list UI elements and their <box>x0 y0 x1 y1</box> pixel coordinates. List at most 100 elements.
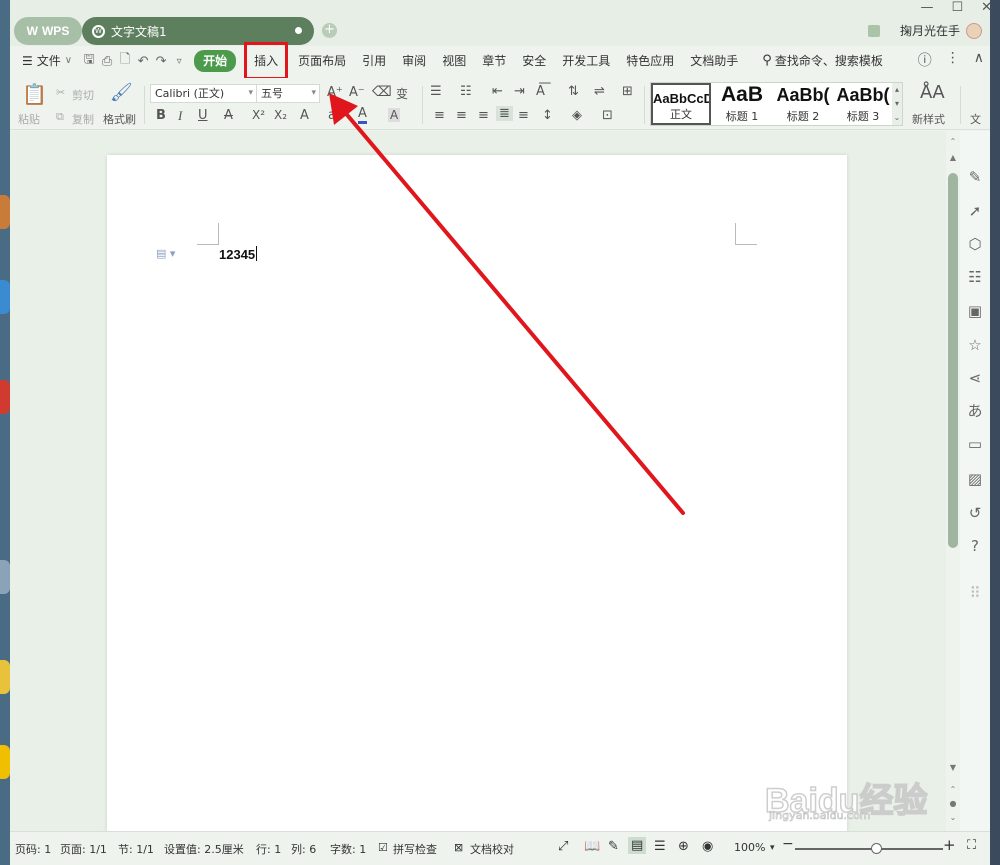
zoom-in-icon[interactable]: + <box>943 836 956 854</box>
underline-icon[interactable]: U <box>198 108 208 123</box>
document-body-text[interactable]: 12345 <box>219 246 258 262</box>
save-icon[interactable]: 🖫 <box>80 50 98 72</box>
paste-button[interactable]: 粘贴 <box>18 111 40 127</box>
paragraph-shading-icon[interactable]: ◈ <box>572 108 582 123</box>
justify-icon[interactable]: ≣ <box>496 106 513 121</box>
minimize-button[interactable]: — <box>920 0 933 15</box>
proofread-button[interactable]: 文档校对 <box>470 841 514 857</box>
decrease-indent-icon[interactable]: ⇤ <box>492 84 503 99</box>
align-right-icon[interactable]: ≡ <box>478 108 489 123</box>
tab-page-layout[interactable]: 页面布局 <box>290 50 354 72</box>
grow-font-icon[interactable]: A⁺ <box>327 85 343 100</box>
sort-icon[interactable]: ⇅ <box>568 84 579 99</box>
file-menu[interactable]: ☰ 文件 ∨ <box>10 50 80 72</box>
status-section[interactable]: 节: 1/1 <box>118 841 154 857</box>
style-heading-2[interactable]: AaBb( 标题 2 <box>773 83 833 125</box>
share-icon[interactable]: ⋖ <box>965 368 985 388</box>
maximize-button[interactable]: ☐ <box>951 0 963 15</box>
tab-insert[interactable]: 插入 <box>244 42 289 80</box>
archive-icon[interactable]: ▭ <box>965 434 985 454</box>
document-page[interactable]: ▤ ▾ 12345 <box>107 155 847 835</box>
help-icon[interactable]: ⓘ <box>918 50 932 70</box>
style-heading-3[interactable]: AaBb( 标题 3 <box>834 83 892 125</box>
prev-page-icon[interactable]: ⌃ <box>946 785 960 794</box>
status-row[interactable]: 行: 1 <box>256 841 281 857</box>
tab-references[interactable]: 引用 <box>354 50 394 72</box>
highlight-icon[interactable]: ab <box>328 108 344 123</box>
text-tools-button[interactable]: 文 <box>970 111 981 127</box>
fit-page-icon[interactable]: ⛶ <box>967 838 976 853</box>
italic-icon[interactable]: I <box>178 108 182 124</box>
collapse-ribbon-icon[interactable]: ∧ <box>974 50 984 70</box>
scroll-up-arrow-icon[interactable]: ▲ <box>946 153 960 162</box>
zoom-level[interactable]: 100% <box>734 841 765 854</box>
more-icon[interactable]: ⋮ <box>946 50 960 70</box>
numbered-list-icon[interactable]: ☷ <box>460 84 472 99</box>
distribute-icon[interactable]: ≡ <box>518 108 529 123</box>
scroll-up-icon[interactable]: ⌃ <box>946 137 960 146</box>
status-pages[interactable]: 页面: 1/1 <box>60 841 107 857</box>
style-normal[interactable]: AaBbCcDd 正文 <box>651 83 711 125</box>
outline-view-icon[interactable]: ☰ <box>654 839 666 854</box>
new-style-button[interactable]: 新样式 <box>912 111 945 127</box>
copy-button[interactable]: 复制 <box>72 111 94 127</box>
next-page-icon[interactable]: ⌄ <box>946 813 960 822</box>
font-name-select[interactable]: Calibri (正文) ▾ <box>150 84 257 103</box>
status-words[interactable]: 字数: 1 <box>330 841 366 857</box>
history-icon[interactable]: ↺ <box>965 503 985 523</box>
help-circle-icon[interactable]: ? <box>965 536 985 556</box>
scrollbar-thumb[interactable] <box>948 173 958 548</box>
table-border-icon[interactable]: ⊞ <box>622 84 633 99</box>
zoom-slider-thumb[interactable] <box>871 843 883 854</box>
document-tab[interactable]: W 文字文稿1 <box>82 17 314 45</box>
zoom-slider[interactable] <box>795 843 943 854</box>
font-color-icon[interactable]: A <box>358 106 367 124</box>
page-view-icon[interactable]: ▤ <box>628 837 647 854</box>
cut-button[interactable]: 剪切 <box>72 87 94 103</box>
show-marks-icon[interactable]: ⇌ <box>594 84 605 99</box>
avatar[interactable] <box>966 22 982 39</box>
properties-sliders-icon[interactable]: ☷ <box>965 267 985 287</box>
tab-doc-assistant[interactable]: 文档助手 <box>682 50 746 72</box>
spellcheck-button[interactable]: 拼写检查 <box>393 841 437 857</box>
tab-view[interactable]: 视图 <box>434 50 474 72</box>
star-icon[interactable]: ☆ <box>965 335 985 355</box>
status-setting[interactable]: 设置值: 2.5厘米 <box>164 841 244 857</box>
line-spacing-icon[interactable]: ↕ <box>542 108 553 123</box>
status-col[interactable]: 列: 6 <box>291 841 316 857</box>
char-shading-icon[interactable]: A <box>388 108 401 122</box>
font-size-select[interactable]: 五号 ▾ <box>256 84 320 103</box>
write-mode-icon[interactable]: ✎ <box>608 839 619 854</box>
fullscreen-icon[interactable]: ⤢ <box>558 839 568 854</box>
tab-security[interactable]: 安全 <box>514 50 554 72</box>
apps-grid-icon[interactable]: ⠿ <box>965 583 985 603</box>
tab-start[interactable]: 开始 <box>194 50 237 72</box>
vertical-scrollbar[interactable]: ⌃ ▲ ▼ ⌃ ● ⌄ <box>946 131 960 831</box>
image-library-icon[interactable]: ▣ <box>965 301 985 321</box>
subscript-icon[interactable]: X₂ <box>274 108 287 122</box>
picture-icon[interactable]: ▨ <box>965 469 985 489</box>
pen-icon[interactable]: ✎ <box>965 167 985 187</box>
tab-features[interactable]: 特色应用 <box>618 50 682 72</box>
style-heading-1[interactable]: AaB 标题 1 <box>712 83 772 125</box>
bullet-list-icon[interactable]: ☰ <box>430 84 442 99</box>
align-center-icon[interactable]: ≡ <box>456 108 467 123</box>
translate-icon[interactable]: あ <box>965 401 985 421</box>
increase-indent-icon[interactable]: ⇥ <box>514 84 525 99</box>
user-name[interactable]: 掬月光在手 <box>900 22 960 39</box>
tab-review[interactable]: 审阅 <box>394 50 434 72</box>
shapes-icon[interactable]: ⬡ <box>965 234 985 254</box>
strikethrough-icon[interactable]: A <box>224 108 233 123</box>
redo-icon[interactable]: ↷ <box>152 54 170 69</box>
chevron-down-icon[interactable]: ▾ <box>770 843 775 853</box>
superscript-icon[interactable]: X² <box>252 108 265 122</box>
text-direction-icon[interactable]: A͞ <box>536 84 545 99</box>
eye-protection-icon[interactable]: ◉ <box>702 839 713 854</box>
print-preview-icon[interactable]: 🗋 <box>116 50 134 72</box>
status-page[interactable]: 页码: 1 <box>15 841 51 857</box>
web-view-icon[interactable]: ⊕ <box>678 839 689 854</box>
read-mode-icon[interactable]: 📖 <box>584 839 600 854</box>
wps-home-tab[interactable]: W WPS <box>14 17 82 45</box>
customize-toolbar-icon[interactable]: ▿ <box>170 56 188 67</box>
print-icon[interactable]: ⎙ <box>98 54 116 69</box>
